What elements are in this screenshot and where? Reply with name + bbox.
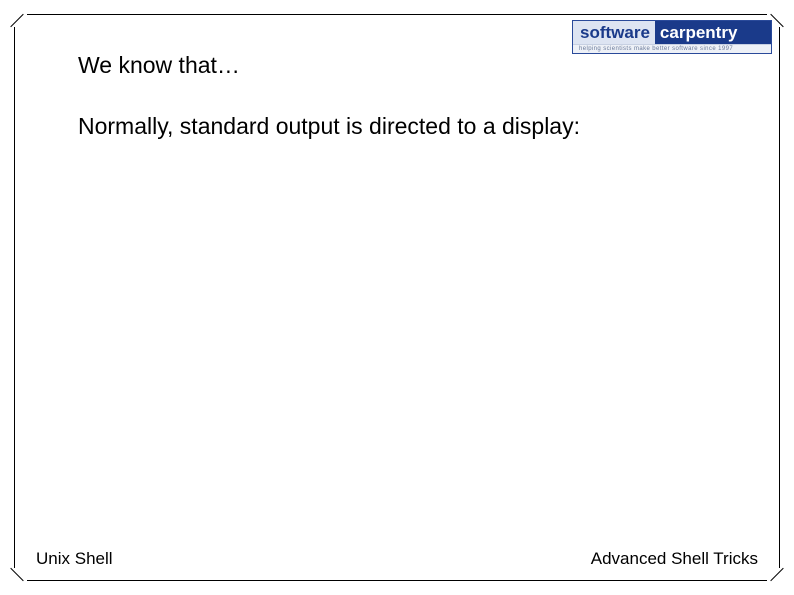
slide-heading: We know that… — [78, 52, 240, 79]
corner-mask — [13, 568, 27, 582]
software-carpentry-logo: software carpentry helping scientists ma… — [572, 20, 772, 54]
logo-tagline: helping scientists make better software … — [573, 44, 771, 53]
logo-word-carpentry: carpentry — [655, 21, 771, 44]
footer-right: Advanced Shell Tricks — [591, 549, 758, 569]
slide-body-text: Normally, standard output is directed to… — [78, 113, 580, 140]
slide-frame — [14, 14, 780, 581]
logo-title-row: software carpentry — [573, 21, 771, 44]
logo-word-software: software — [573, 21, 655, 44]
footer-left: Unix Shell — [36, 549, 113, 569]
